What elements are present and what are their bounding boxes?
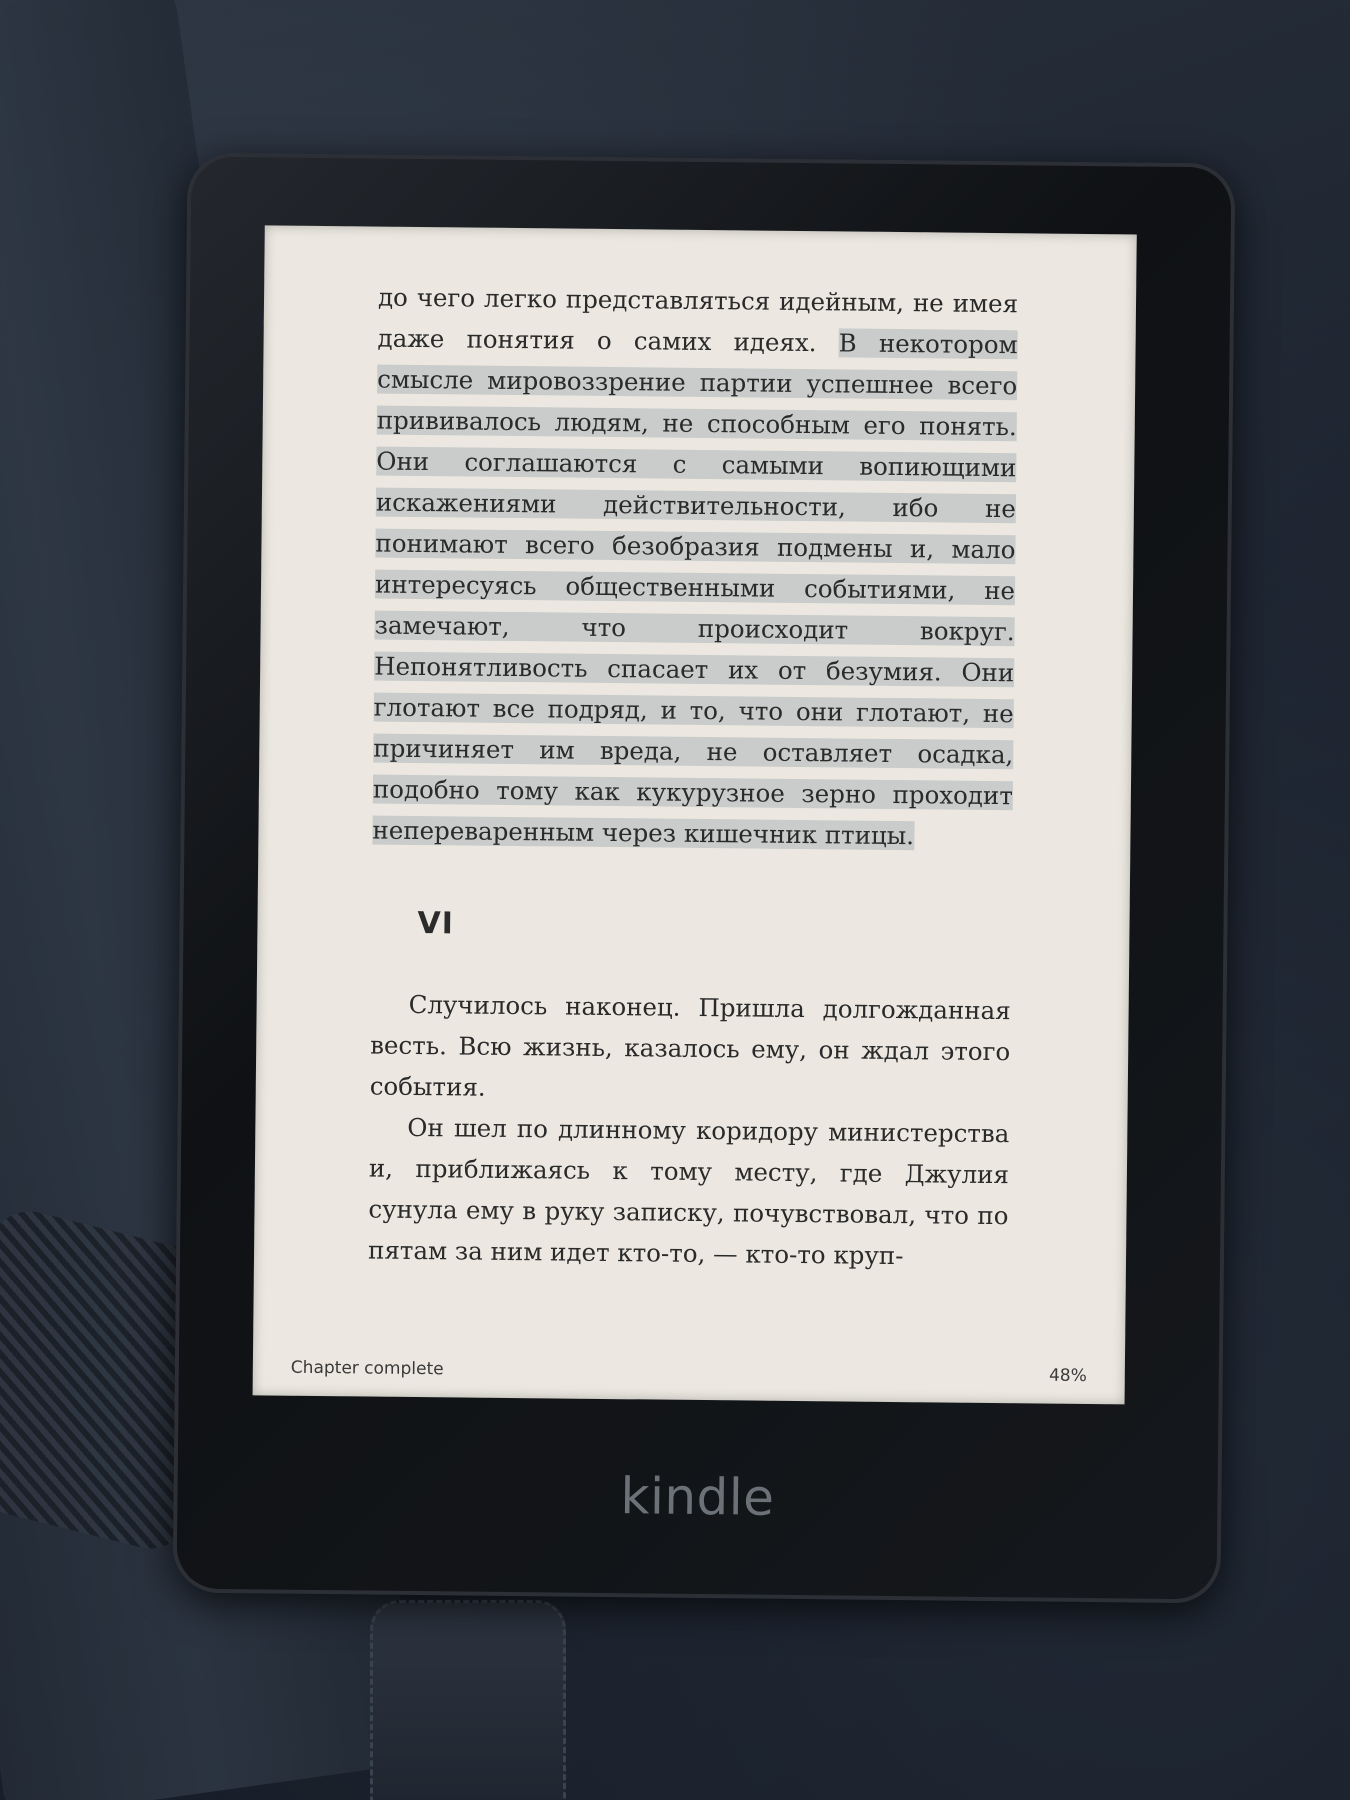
book-page: до чего легко представляться идейным, не… xyxy=(368,277,1018,1278)
highlighted-passage[interactable]: В некотором смысле мировоззрение партии … xyxy=(372,328,1018,851)
paragraph-3: Он шел по длинному коридору министерства… xyxy=(367,1112,1010,1271)
chapter-progress-label[interactable]: Chapter complete xyxy=(291,1358,444,1380)
backpack-buckle xyxy=(370,1600,566,1800)
book-percent-label[interactable]: 48% xyxy=(1049,1366,1087,1386)
kindle-logo: kindle xyxy=(620,1467,775,1527)
reader-screen[interactable]: до чего легко представляться идейным, не… xyxy=(252,225,1137,1405)
kindle-device: до чего легко представляться идейным, не… xyxy=(172,152,1236,1604)
paragraph-2: Случилось наконец. Пришла долгожданная в… xyxy=(369,989,1011,1102)
chapter-heading: VI xyxy=(417,906,455,942)
paragraph-1: до чего легко представляться идейным, не… xyxy=(372,277,1018,858)
